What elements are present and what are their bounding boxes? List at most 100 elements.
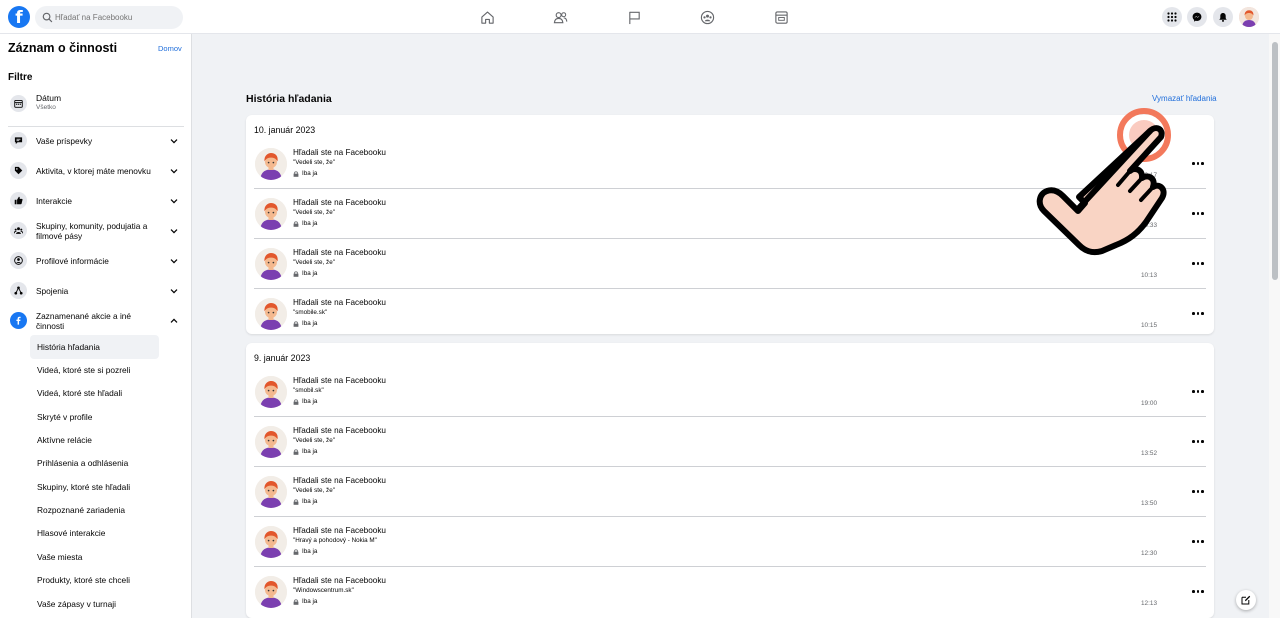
sidebar-item-interactions[interactable]: Interakcie xyxy=(8,188,186,214)
filters-heading: Filtre xyxy=(8,72,33,83)
home-icon[interactable] xyxy=(480,10,495,25)
search-history-row[interactable]: Hľadali ste na Facebooku "smobile.sk" Iba … xyxy=(246,289,1214,334)
more-options-icon[interactable] xyxy=(1192,211,1204,217)
row-title: Hľadali ste na Facebooku xyxy=(293,198,386,207)
sidebar-item-label: Zaznamenané akcie a iné činnosti xyxy=(36,311,132,331)
avatar xyxy=(255,248,287,280)
avatar xyxy=(255,526,287,558)
more-options-icon[interactable] xyxy=(1192,539,1204,545)
search-history-row[interactable]: Hľadali ste na Facebooku "Vedeli ste, že"… xyxy=(246,189,1214,239)
row-title: Hľadali ste na Facebooku xyxy=(293,148,386,157)
groups-icon xyxy=(10,222,27,239)
privacy-label: Iba ja xyxy=(302,170,318,177)
sidebar-item-connections[interactable]: Spojenia xyxy=(8,278,186,304)
page-scrollbar[interactable] xyxy=(1269,34,1280,618)
avatar xyxy=(255,198,287,230)
friends-icon[interactable] xyxy=(553,10,568,25)
sidebar-item-label: Skupiny, komunity, podujatia a filmové p… xyxy=(36,221,148,241)
avatar xyxy=(255,576,287,608)
facebook-logo-icon[interactable]: f xyxy=(8,6,30,28)
like-icon xyxy=(10,192,27,209)
lock-icon xyxy=(293,271,299,277)
lock-icon xyxy=(293,449,299,455)
search-history-row[interactable]: Hľadali ste na Facebooku "Vedeli ste, že"… xyxy=(246,467,1214,517)
more-options-icon[interactable] xyxy=(1192,161,1204,167)
chevron-down-icon xyxy=(170,139,178,144)
timestamp: 13:52 xyxy=(1141,450,1157,457)
sidebar-subitem-active-sessions[interactable]: Aktívne relácie xyxy=(37,435,92,445)
clear-searches-link[interactable]: Vymazať hľadania xyxy=(1152,94,1217,103)
sidebar-subitem-recognized-devices[interactable]: Rozpoznané zariadenia xyxy=(37,505,125,515)
sidebar-subitem-watched-videos[interactable]: Videá, ktoré ste si pozreli xyxy=(37,365,130,375)
chevron-down-icon xyxy=(170,169,178,174)
date-filter[interactable]: Dátum Všetko xyxy=(8,91,188,115)
search-history-row[interactable]: Hľadali ste na Facebooku "Vedeli ste, že"… xyxy=(246,417,1214,467)
sidebar-subitem-voice-interactions[interactable]: Hlasové interakcie xyxy=(37,528,105,538)
row-title: Hľadali ste na Facebooku xyxy=(293,248,386,257)
lock-icon xyxy=(293,321,299,327)
menu-grid-icon[interactable] xyxy=(1162,7,1182,27)
row-title: Hľadali ste na Facebooku xyxy=(293,376,386,385)
search-history-row[interactable]: Hľadali ste na Facebooku "Vedeli ste, že"… xyxy=(246,239,1214,289)
sidebar-title: Záznam o činnosti xyxy=(8,41,118,55)
sidebar-item-label: Aktivita, v ktorej máte menovku xyxy=(36,166,151,176)
date-filter-label: Dátum xyxy=(36,93,62,103)
lock-icon xyxy=(293,499,299,505)
more-options-icon[interactable] xyxy=(1192,311,1204,317)
privacy-label: Iba ja xyxy=(302,498,318,505)
sidebar-subitem-searched-groups[interactable]: Skupiny, ktoré ste hľadali xyxy=(37,482,130,492)
home-link[interactable]: Domov xyxy=(158,44,182,53)
avatar xyxy=(255,148,287,180)
chevron-down-icon xyxy=(170,289,178,294)
more-options-icon[interactable] xyxy=(1192,439,1204,445)
group-date-heading: 10. január 2023 xyxy=(254,125,316,135)
sidebar-subitem-hidden-from-profile[interactable]: Skryté v profile xyxy=(37,412,92,422)
gaming-icon[interactable] xyxy=(774,10,789,25)
notifications-icon[interactable] xyxy=(1213,7,1233,27)
sidebar-item-logged-actions[interactable]: Zaznamenané akcie a iné činnosti xyxy=(8,308,186,334)
search-input[interactable] xyxy=(55,6,177,29)
sidebar-item-your-posts[interactable]: Vaše príspevky xyxy=(8,128,186,154)
privacy-label: Iba ja xyxy=(302,270,318,277)
privacy-label: Iba ja xyxy=(302,448,318,455)
sidebar-item-tagged-activity[interactable]: Aktivita, v ktorej máte menovku xyxy=(8,158,186,184)
chevron-down-icon xyxy=(170,259,178,264)
sidebar-subitem-wanted-products[interactable]: Produkty, ktoré ste chceli xyxy=(37,575,130,585)
row-title: Hľadali ste na Facebooku xyxy=(293,298,386,307)
profile-avatar-icon[interactable] xyxy=(1239,7,1259,27)
row-title: Hľadali ste na Facebooku xyxy=(293,426,386,435)
page-title: História hľadania xyxy=(246,93,332,105)
search-query: "Vedeli ste, že" xyxy=(293,159,335,166)
sidebar-subitem-searched-videos[interactable]: Videá, ktoré ste hľadali xyxy=(37,388,122,398)
search-query: "Vedeli ste, že" xyxy=(293,259,335,266)
search-query: "Vedeli ste, že" xyxy=(293,487,335,494)
scrollbar-thumb[interactable] xyxy=(1272,42,1278,280)
more-options-icon[interactable] xyxy=(1192,261,1204,267)
groups-icon[interactable] xyxy=(700,10,715,25)
search-history-row[interactable]: Hľadali ste na Facebooku "Windowscentrum.… xyxy=(246,567,1214,617)
sidebar-subitem-search-history[interactable]: História hľadania xyxy=(37,342,100,352)
sidebar-subitem-tournament-matches[interactable]: Vaše zápasy v turnaji xyxy=(37,599,116,609)
more-options-icon[interactable] xyxy=(1192,489,1204,495)
messenger-icon[interactable] xyxy=(1187,7,1207,27)
search-box[interactable] xyxy=(35,6,183,29)
sidebar-item-groups-events[interactable]: Skupiny, komunity, podujatia a filmové p… xyxy=(8,218,186,244)
more-options-icon[interactable] xyxy=(1192,389,1204,395)
search-history-row[interactable]: Hľadali ste na Facebooku "Hravý a pohodov… xyxy=(246,517,1214,567)
privacy-label: Iba ja xyxy=(302,598,318,605)
new-message-icon xyxy=(1241,595,1251,605)
search-history-row[interactable]: Hľadali ste na Facebooku "smobil.sk" Iba j… xyxy=(246,367,1214,417)
more-options-icon[interactable] xyxy=(1192,589,1204,595)
timestamp: 10:33 xyxy=(1141,222,1157,229)
privacy-label: Iba ja xyxy=(302,220,318,227)
new-message-button[interactable] xyxy=(1236,590,1256,610)
avatar xyxy=(255,376,287,408)
profile-icon xyxy=(10,252,27,269)
sidebar-subitem-your-places[interactable]: Vaše miesta xyxy=(37,552,82,562)
sidebar-subitem-logins[interactable]: Prihlásenia a odhlásenia xyxy=(37,458,128,468)
pages-flag-icon[interactable] xyxy=(627,10,642,25)
sidebar-item-label: Spojenia xyxy=(36,286,69,296)
sidebar-item-profile-info[interactable]: Profilové informácie xyxy=(8,248,186,274)
search-query: "Vedeli ste, že" xyxy=(293,209,335,216)
search-history-row[interactable]: Hľadali ste na Facebooku "Vedeli ste, že"… xyxy=(246,139,1214,189)
